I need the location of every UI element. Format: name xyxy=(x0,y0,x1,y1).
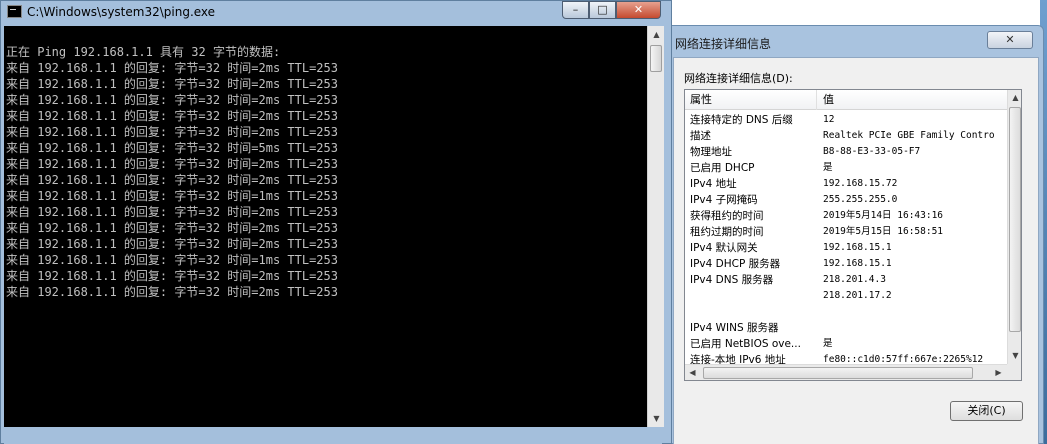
row-property: 已启用 DHCP xyxy=(690,162,755,174)
row-value: 255.255.255.0 xyxy=(823,194,898,205)
console-reply-line: 来自 192.168.1.1 的回复: 字节=32 时间=2ms TTL=253 xyxy=(6,173,338,187)
console-reply-line: 来自 192.168.1.1 的回复: 字节=32 时间=2ms TTL=253 xyxy=(6,221,338,235)
column-header-property[interactable]: 属性 xyxy=(685,90,817,110)
row-property: IPv4 WINS 服务器 xyxy=(690,322,779,334)
dialog-title: 网络连接详细信息 xyxy=(675,37,772,51)
console-reply-line: 来自 192.168.1.1 的回复: 字节=32 时间=2ms TTL=253 xyxy=(6,61,338,75)
list-horizontal-scrollbar[interactable]: ◀ ▶ xyxy=(685,364,1007,380)
details-row[interactable]: IPv4 WINS 服务器 xyxy=(685,320,1007,336)
console-bottom-border xyxy=(4,427,662,444)
console-app-icon xyxy=(7,5,22,18)
console-output-text: 正在 Ping 192.168.1.1 具有 32 字节的数据: 来自 192.1… xyxy=(6,44,646,300)
console-header-line: 正在 Ping 192.168.1.1 具有 32 字节的数据: xyxy=(6,45,281,59)
console-reply-line: 来自 192.168.1.1 的回复: 字节=32 时间=2ms TTL=253 xyxy=(6,77,338,91)
row-property: 描述 xyxy=(690,130,711,142)
list-vertical-thumb[interactable] xyxy=(1009,107,1021,332)
console-reply-line: 来自 192.168.1.1 的回复: 字节=32 时间=2ms TTL=253 xyxy=(6,285,338,299)
details-row[interactable]: IPv4 DNS 服务器 218.201.4.3 xyxy=(685,272,1007,288)
scroll-right-arrow-icon[interactable]: ▶ xyxy=(991,365,1006,380)
column-header-value[interactable]: 值 xyxy=(818,90,1008,110)
row-value: 是 xyxy=(823,162,833,173)
console-scroll-up-icon[interactable]: ▲ xyxy=(648,26,665,43)
row-value: 2019年5月15日 16:58:51 xyxy=(823,226,944,237)
console-scroll-down-icon[interactable]: ▼ xyxy=(648,410,665,427)
row-property: 连接特定的 DNS 后缀 xyxy=(690,114,793,126)
row-value: Realtek PCIe GBE Family Contro xyxy=(823,130,995,141)
row-value: 192.168.15.1 xyxy=(823,258,892,269)
console-output-area[interactable]: 正在 Ping 192.168.1.1 具有 32 字节的数据: 来自 192.1… xyxy=(4,26,664,427)
console-reply-line: 来自 192.168.1.1 的回复: 字节=32 时间=2ms TTL=253 xyxy=(6,269,338,283)
console-reply-line: 来自 192.168.1.1 的回复: 字节=32 时间=2ms TTL=253 xyxy=(6,205,338,219)
scrollbar-corner xyxy=(1007,364,1021,380)
row-property: 租约过期的时间 xyxy=(690,226,764,238)
details-row[interactable]: 连接特定的 DNS 后缀 12 xyxy=(685,112,1007,128)
ping-console-window: C:\Windows\system32\ping.exe – □ ✕ 正在 Pi… xyxy=(0,0,672,444)
close-button[interactable]: 关闭(C) xyxy=(950,401,1023,421)
row-property: 已启用 NetBIOS ove... xyxy=(690,338,801,350)
details-row[interactable]: 物理地址 B8-88-E3-33-05-F7 xyxy=(685,144,1007,160)
row-value: 是 xyxy=(823,338,833,349)
row-value: 192.168.15.72 xyxy=(823,178,898,189)
dialog-body: 网络连接详细信息(D): 属性 值 连接特定的 DNS 后缀 12 描述 Realte… xyxy=(673,57,1039,444)
details-row[interactable] xyxy=(685,304,1007,320)
console-reply-line: 来自 192.168.1.1 的回复: 字节=32 时间=1ms TTL=253 xyxy=(6,253,338,267)
row-property: IPv4 默认网关 xyxy=(690,242,758,254)
scroll-up-arrow-icon[interactable]: ▲ xyxy=(1008,90,1021,105)
console-reply-line: 来自 192.168.1.1 的回复: 字节=32 时间=5ms TTL=253 xyxy=(6,141,338,155)
scroll-down-arrow-icon[interactable]: ▼ xyxy=(1008,348,1021,363)
details-row[interactable]: 租约过期的时间 2019年5月15日 16:58:51 xyxy=(685,224,1007,240)
details-row[interactable]: 获得租约的时间 2019年5月14日 16:43:16 xyxy=(685,208,1007,224)
details-rows: 连接特定的 DNS 后缀 12 描述 Realtek PCIe GBE Family … xyxy=(685,112,1007,380)
details-caption: 网络连接详细信息(D): xyxy=(684,72,793,85)
row-value: 12 xyxy=(823,114,835,125)
console-reply-line: 来自 192.168.1.1 的回复: 字节=32 时间=2ms TTL=253 xyxy=(6,109,338,123)
details-row[interactable]: 已启用 NetBIOS ove... 是 xyxy=(685,336,1007,352)
row-value: 218.201.4.3 xyxy=(823,274,886,285)
row-property: IPv4 地址 xyxy=(690,178,737,190)
network-details-dialog: 网络连接详细信息 ✕ 网络连接详细信息(D): 属性 值 连接特定的 DNS 后… xyxy=(664,25,1044,444)
maximize-button[interactable]: □ xyxy=(589,1,616,19)
list-vertical-scrollbar[interactable]: ▲ ▼ xyxy=(1007,90,1021,364)
list-horizontal-thumb[interactable] xyxy=(703,367,973,379)
row-value: 192.168.15.1 xyxy=(823,242,892,253)
details-row[interactable]: 218.201.17.2 xyxy=(685,288,1007,304)
details-row[interactable]: IPv4 DHCP 服务器 192.168.15.1 xyxy=(685,256,1007,272)
details-row[interactable]: IPv4 地址 192.168.15.72 xyxy=(685,176,1007,192)
details-row[interactable]: IPv4 默认网关 192.168.15.1 xyxy=(685,240,1007,256)
details-row[interactable]: IPv4 子网掩码 255.255.255.0 xyxy=(685,192,1007,208)
console-reply-line: 来自 192.168.1.1 的回复: 字节=32 时间=1ms TTL=253 xyxy=(6,189,338,203)
console-scroll-thumb[interactable] xyxy=(650,45,662,72)
list-header: 属性 值 xyxy=(685,90,1007,110)
console-reply-line: 来自 192.168.1.1 的回复: 字节=32 时间=2ms TTL=253 xyxy=(6,157,338,171)
console-reply-line: 来自 192.168.1.1 的回复: 字节=32 时间=2ms TTL=253 xyxy=(6,93,338,107)
row-property: 获得租约的时间 xyxy=(690,210,764,222)
row-property: IPv4 DHCP 服务器 xyxy=(690,258,781,270)
row-property: 物理地址 xyxy=(690,146,732,158)
row-property: IPv4 DNS 服务器 xyxy=(690,274,774,286)
console-vertical-scrollbar[interactable]: ▲ ▼ xyxy=(647,26,664,427)
console-title: C:\Windows\system32\ping.exe xyxy=(27,5,216,19)
details-row[interactable]: 已启用 DHCP 是 xyxy=(685,160,1007,176)
window-close-button[interactable]: ✕ xyxy=(616,1,661,19)
minimize-button[interactable]: – xyxy=(562,1,589,19)
row-property: IPv4 子网掩码 xyxy=(690,194,758,206)
dialog-close-x-button[interactable]: ✕ xyxy=(987,31,1033,49)
row-value: B8-88-E3-33-05-F7 xyxy=(823,146,921,157)
console-reply-line: 来自 192.168.1.1 的回复: 字节=32 时间=2ms TTL=253 xyxy=(6,237,338,251)
console-reply-line: 来自 192.168.1.1 的回复: 字节=32 时间=2ms TTL=253 xyxy=(6,125,338,139)
details-row[interactable]: 描述 Realtek PCIe GBE Family Contro xyxy=(685,128,1007,144)
scroll-left-arrow-icon[interactable]: ◀ xyxy=(685,365,700,380)
row-value: 2019年5月14日 16:43:16 xyxy=(823,210,944,221)
row-value: 218.201.17.2 xyxy=(823,290,892,301)
details-list[interactable]: 属性 值 连接特定的 DNS 后缀 12 描述 Realtek PCIe GBE Fa… xyxy=(684,89,1022,381)
